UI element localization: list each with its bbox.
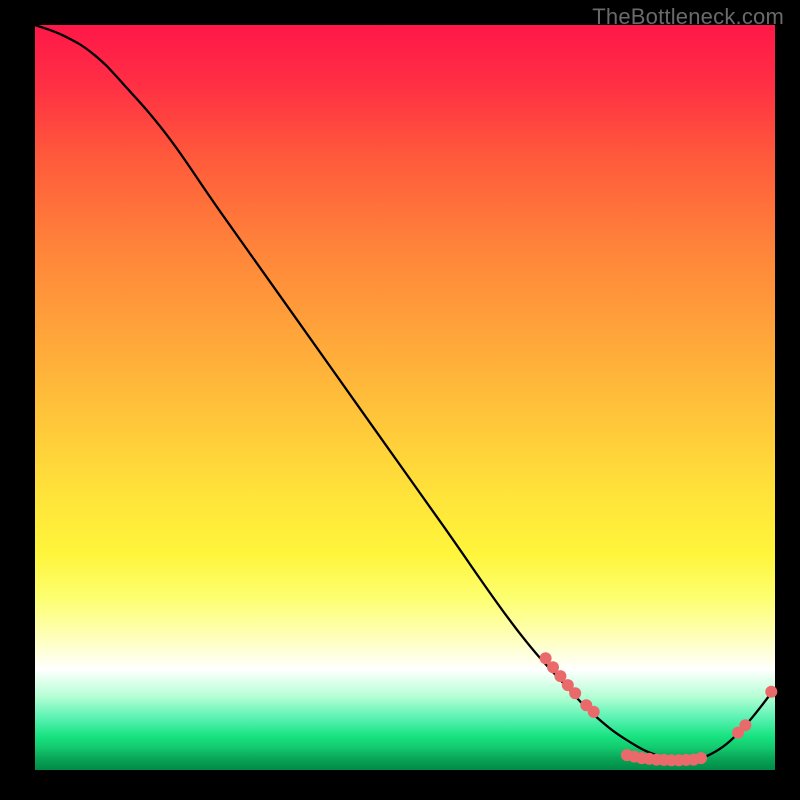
curve-marker: [588, 706, 600, 718]
curve-svg: [35, 25, 775, 770]
curve-markers: [540, 652, 778, 766]
bottleneck-curve-path: [35, 25, 775, 760]
curve-marker: [569, 687, 581, 699]
curve-marker: [695, 752, 707, 764]
plot-area: [35, 25, 775, 770]
chart-frame: TheBottleneck.com: [0, 0, 800, 800]
curve-marker: [765, 686, 777, 698]
curve-marker: [739, 719, 751, 731]
watermark-text: TheBottleneck.com: [592, 4, 784, 30]
